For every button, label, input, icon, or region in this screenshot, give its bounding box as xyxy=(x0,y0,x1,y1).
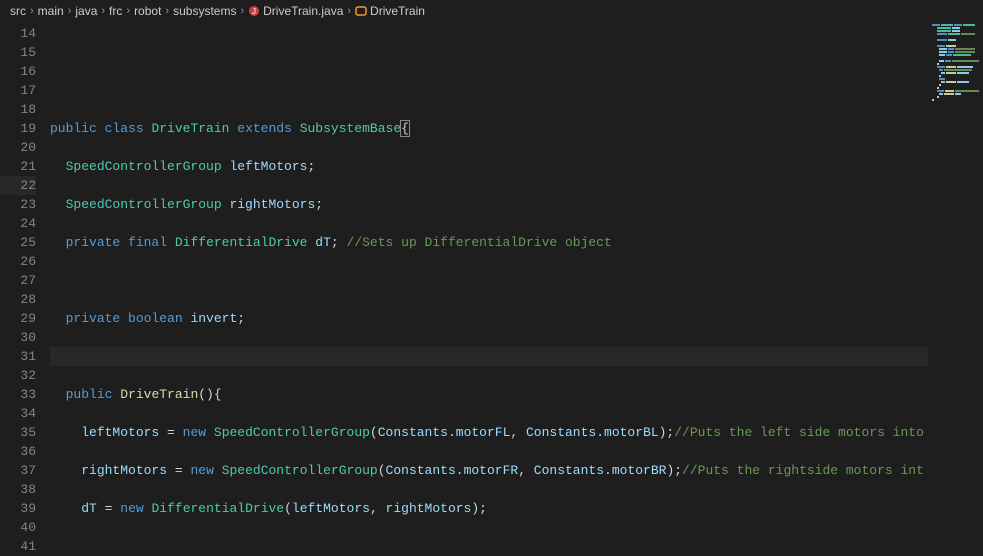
class-symbol-icon xyxy=(355,5,367,17)
code-line[interactable]: public class DriveTrain extends Subsyste… xyxy=(50,119,983,138)
line-number[interactable]: 21 xyxy=(0,157,36,176)
code-line[interactable]: SpeedControllerGroup rightMotors; xyxy=(50,195,983,214)
line-number[interactable]: 25 xyxy=(0,233,36,252)
line-number[interactable]: 28 xyxy=(0,290,36,309)
breadcrumb-item[interactable]: src xyxy=(10,4,26,18)
java-file-icon: J xyxy=(248,5,260,17)
breadcrumb-item[interactable]: robot xyxy=(134,4,161,18)
code-line[interactable]: private final DifferentialDrive dT; //Se… xyxy=(50,233,983,252)
line-number[interactable]: 16 xyxy=(0,62,36,81)
line-number[interactable]: 15 xyxy=(0,43,36,62)
code-line[interactable]: public DriveTrain(){ xyxy=(50,385,983,404)
line-number[interactable]: 30 xyxy=(0,328,36,347)
line-number[interactable]: 34 xyxy=(0,404,36,423)
code-editor[interactable]: 14 15 16 17 18 19 20 21 22 23 24 25 26 2… xyxy=(0,22,983,552)
chevron-right-icon: › xyxy=(126,5,130,17)
svg-text:J: J xyxy=(252,7,256,16)
line-number[interactable]: 38 xyxy=(0,480,36,499)
line-number[interactable]: 17 xyxy=(0,81,36,100)
breadcrumb-item[interactable]: java xyxy=(75,4,97,18)
line-number[interactable]: 40 xyxy=(0,518,36,537)
line-number[interactable]: 36 xyxy=(0,442,36,461)
line-number[interactable]: 20 xyxy=(0,138,36,157)
minimap-content xyxy=(928,22,983,104)
breadcrumb[interactable]: src› main› java› frc› robot› subsystems›… xyxy=(0,0,983,22)
breadcrumb-symbol[interactable]: DriveTrain xyxy=(370,4,425,18)
line-number[interactable]: 31 xyxy=(0,347,36,366)
line-number[interactable]: 23 xyxy=(0,195,36,214)
code-line[interactable]: private boolean invert; xyxy=(50,309,983,328)
breadcrumb-file[interactable]: DriveTrain.java xyxy=(263,4,343,18)
chevron-right-icon: › xyxy=(240,5,244,17)
breadcrumb-item[interactable]: main xyxy=(38,4,64,18)
line-number[interactable]: 18 xyxy=(0,100,36,119)
breadcrumb-item[interactable]: subsystems xyxy=(173,4,236,18)
code-line-current[interactable] xyxy=(50,347,983,366)
line-number[interactable]: 29 xyxy=(0,309,36,328)
code-line[interactable] xyxy=(50,271,983,290)
line-number[interactable]: 33 xyxy=(0,385,36,404)
code-line[interactable] xyxy=(50,43,983,62)
code-line[interactable]: leftMotors = new SpeedControllerGroup(Co… xyxy=(50,423,983,442)
minimap[interactable] xyxy=(928,22,983,552)
chevron-right-icon: › xyxy=(101,5,105,17)
code-line[interactable]: dT = new DifferentialDrive(leftMotors, r… xyxy=(50,499,983,518)
line-number[interactable]: 41 xyxy=(0,537,36,556)
code-line[interactable] xyxy=(50,537,983,552)
line-number[interactable]: 19 xyxy=(0,119,36,138)
chevron-right-icon: › xyxy=(30,5,34,17)
line-number[interactable]: 35 xyxy=(0,423,36,442)
chevron-right-icon: › xyxy=(347,5,351,17)
line-number[interactable]: 32 xyxy=(0,366,36,385)
chevron-right-icon: › xyxy=(68,5,72,17)
code-line[interactable]: SpeedControllerGroup leftMotors; xyxy=(50,157,983,176)
line-number[interactable]: 22 xyxy=(0,176,36,195)
code-area[interactable]: public class DriveTrain extends Subsyste… xyxy=(50,22,983,552)
line-number[interactable]: 14 xyxy=(0,24,36,43)
line-number-gutter[interactable]: 14 15 16 17 18 19 20 21 22 23 24 25 26 2… xyxy=(0,22,50,552)
line-number[interactable]: 39 xyxy=(0,499,36,518)
code-line[interactable] xyxy=(50,81,983,100)
line-number[interactable]: 27 xyxy=(0,271,36,290)
line-number[interactable]: 24 xyxy=(0,214,36,233)
chevron-right-icon: › xyxy=(165,5,169,17)
line-number[interactable]: 37 xyxy=(0,461,36,480)
code-line[interactable]: rightMotors = new SpeedControllerGroup(C… xyxy=(50,461,983,480)
line-number[interactable]: 26 xyxy=(0,252,36,271)
breadcrumb-item[interactable]: frc xyxy=(109,4,122,18)
